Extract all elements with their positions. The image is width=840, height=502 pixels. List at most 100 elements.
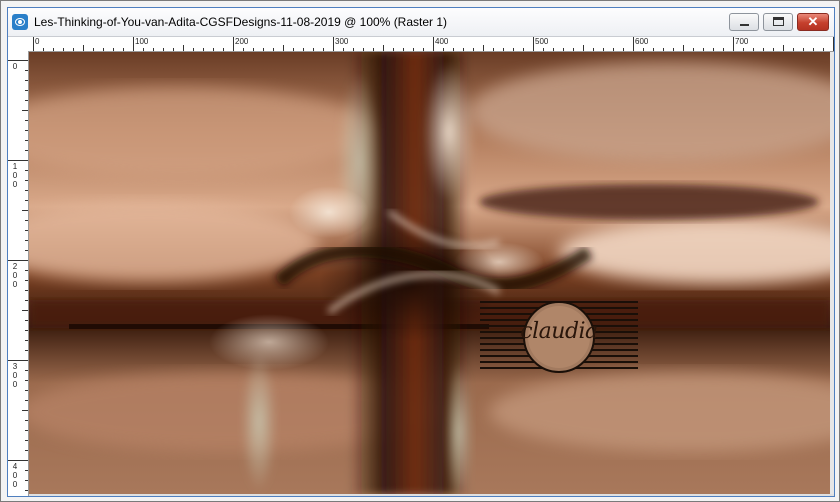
ruler-tick [183, 45, 184, 51]
ruler-tick [513, 48, 514, 51]
ruler-label: 3 0 0 [12, 362, 18, 389]
ruler-label: 200 [235, 37, 249, 46]
image-canvas[interactable]: claudia [29, 52, 830, 494]
ruler-tick [22, 110, 28, 111]
ruler-tick [25, 80, 28, 81]
ruler-tick [25, 370, 28, 371]
vertical-ruler[interactable]: 0 1 0 0 2 0 0 3 0 0 4 0 0 [8, 51, 29, 496]
close-button[interactable]: ✕ [797, 13, 829, 31]
ruler-tick [803, 48, 804, 51]
ruler-tick [403, 48, 404, 51]
ruler-tick [8, 160, 28, 161]
abstract-image [29, 52, 830, 494]
ruler-tick [443, 48, 444, 51]
ruler-tick [133, 37, 134, 51]
ruler-tick [25, 150, 28, 151]
ruler-tick [363, 48, 364, 51]
ruler-tick [333, 37, 334, 51]
ruler-label: 1 0 0 [12, 162, 18, 189]
ruler-tick [25, 470, 28, 471]
ruler-tick [693, 48, 694, 51]
ruler-tick [473, 48, 474, 51]
ruler-tick [25, 400, 28, 401]
horizontal-ruler[interactable]: 0 100 200 300 400 500 600 700 [28, 37, 834, 52]
ruler-tick [22, 410, 28, 411]
ruler-tick [533, 37, 534, 51]
ruler-tick [25, 100, 28, 101]
close-icon: ✕ [807, 14, 819, 29]
ruler-tick [25, 320, 28, 321]
ruler-tick [313, 48, 314, 51]
ruler-tick [53, 48, 54, 51]
ruler-tick [603, 48, 604, 51]
ruler-tick [383, 45, 384, 51]
title-bar[interactable]: Les-Thinking-of-You-van-Adita-CGSFDesign… [8, 8, 834, 37]
ruler-tick [25, 300, 28, 301]
maximize-icon [773, 17, 784, 26]
window-frame: Les-Thinking-of-You-van-Adita-CGSFDesign… [0, 0, 840, 502]
ruler-tick [73, 48, 74, 51]
ruler-tick [233, 37, 234, 51]
ruler-tick [593, 48, 594, 51]
ruler-label: 0 [35, 37, 40, 46]
ruler-tick [413, 48, 414, 51]
ruler-tick [243, 48, 244, 51]
ruler-tick [573, 48, 574, 51]
ruler-label: 2 0 0 [12, 262, 18, 289]
ruler-tick [123, 48, 124, 51]
ruler-tick [25, 450, 28, 451]
ruler-tick [8, 360, 28, 361]
ruler-tick [523, 48, 524, 51]
horizontal-scrollbar[interactable] [29, 494, 834, 496]
ruler-tick [463, 48, 464, 51]
ruler-tick [553, 48, 554, 51]
ruler-tick [733, 37, 734, 51]
ruler-tick [25, 480, 28, 481]
ruler-tick [25, 430, 28, 431]
ruler-label: 0 [12, 62, 18, 71]
ruler-tick [25, 390, 28, 391]
ruler-tick [373, 48, 374, 51]
document-window: Les-Thinking-of-You-van-Adita-CGSFDesign… [7, 7, 835, 497]
ruler-tick [25, 340, 28, 341]
ruler-tick [323, 48, 324, 51]
ruler-label: 500 [535, 37, 549, 46]
ruler-tick [173, 48, 174, 51]
ruler-tick [8, 260, 28, 261]
ruler-tick [653, 48, 654, 51]
ruler-tick [25, 440, 28, 441]
ruler-tick [8, 60, 28, 61]
minimize-button[interactable] [729, 13, 759, 31]
ruler-tick [783, 45, 784, 51]
ruler-tick [25, 140, 28, 141]
ruler-tick [543, 48, 544, 51]
ruler-tick [583, 45, 584, 51]
ruler-tick [683, 45, 684, 51]
ruler-tick [8, 460, 28, 461]
ruler-tick [25, 270, 28, 271]
maximize-button[interactable] [763, 13, 793, 31]
ruler-tick [63, 48, 64, 51]
ruler-label: 100 [135, 37, 149, 46]
ruler-tick [25, 240, 28, 241]
ruler-tick [213, 48, 214, 51]
ruler-tick [673, 48, 674, 51]
ruler-tick [423, 48, 424, 51]
ruler-tick [623, 48, 624, 51]
ruler-tick [633, 37, 634, 51]
ruler-tick [193, 48, 194, 51]
ruler-tick [163, 48, 164, 51]
ruler-tick [25, 490, 28, 491]
ruler-tick [263, 48, 264, 51]
ruler-tick [25, 120, 28, 121]
ruler-tick [293, 48, 294, 51]
minimize-icon [740, 24, 749, 26]
ruler-tick [25, 130, 28, 131]
ruler-tick [203, 48, 204, 51]
vertical-scrollbar[interactable] [830, 52, 834, 494]
ruler-tick [303, 48, 304, 51]
ruler-tick [143, 48, 144, 51]
ruler-tick [25, 330, 28, 331]
ruler-tick [813, 48, 814, 51]
ruler-tick [25, 170, 28, 171]
